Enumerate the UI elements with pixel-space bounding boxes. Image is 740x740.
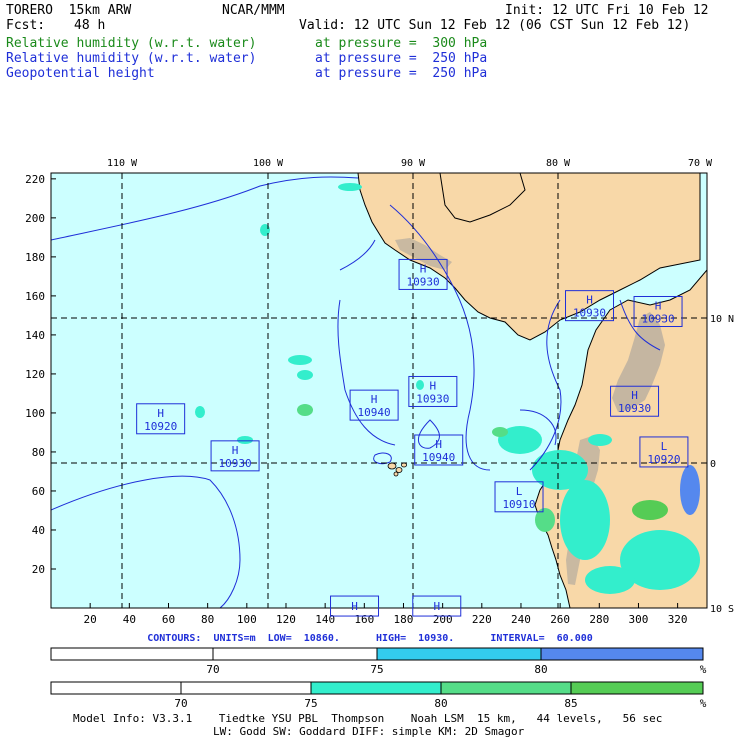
- colorbar-2-seg-4: [440, 681, 572, 695]
- left-tick-label: 100: [25, 407, 45, 420]
- center-value: 10930: [641, 312, 674, 325]
- colorbar-1-unit: %: [700, 663, 707, 676]
- longitude-labels: 110 W 100 W 90 W 80 W 70 W: [107, 158, 713, 169]
- center-value: 10930: [219, 457, 252, 470]
- bottom-tick-label: 300: [629, 613, 649, 626]
- longitude-label: 80 W: [546, 158, 571, 169]
- colorbar-1-tick-75: 75: [370, 663, 383, 676]
- colorbar-1-seg-3: [376, 647, 542, 661]
- bottom-tick-label: 180: [394, 613, 414, 626]
- bottom-tick-label: 320: [668, 613, 688, 626]
- colorbar-2-seg-2: [180, 681, 312, 695]
- latitude-label: 0: [710, 459, 716, 470]
- colorbar-1-seg-4: [540, 647, 704, 661]
- colorbar-2: 70 75 80 85 %: [50, 681, 707, 710]
- center-type: H: [655, 299, 662, 312]
- contour-info: CONTOURS: UNITS=m LOW= 10860. HIGH= 1093…: [147, 633, 593, 644]
- center-value: 10930: [406, 275, 439, 288]
- center-value: 10930: [573, 307, 606, 320]
- bottom-tick-label: 100: [237, 613, 257, 626]
- forecast-map: 220 200 180 160 140 120 100 80 60 40 20 20 40 60 80 10…: [25, 158, 734, 710]
- center-value: 10930: [618, 402, 651, 415]
- latitude-label: 10 N: [710, 314, 734, 325]
- colorbar-1-tick-70: 70: [206, 663, 219, 676]
- colorbar-1: 70 75 80 %: [50, 647, 707, 676]
- center-value: 10930: [416, 392, 449, 405]
- longitude-label: 70 W: [688, 158, 713, 169]
- model-info-line-2: LW: Godd SW: Goddard DIFF: simple KM: 2D…: [213, 725, 525, 738]
- center-type: H: [586, 294, 593, 307]
- bottom-tick-label: 240: [511, 613, 531, 626]
- center-type: H: [433, 600, 440, 613]
- model-info-line-1: Model Info: V3.3.1 Tiedtke YSU PBL Thomp…: [73, 712, 663, 725]
- bottom-tick-label: 80: [201, 613, 214, 626]
- left-tick-label: 20: [32, 563, 45, 576]
- center-type: H: [435, 438, 442, 451]
- center-value: 10940: [358, 406, 391, 419]
- center-type: H: [631, 389, 638, 402]
- longitude-label: 110 W: [107, 158, 138, 169]
- bottom-tick-label: 20: [84, 613, 97, 626]
- center-type: H: [430, 379, 437, 392]
- bottom-tick-label: 40: [123, 613, 136, 626]
- left-tick-label: 200: [25, 212, 45, 225]
- colorbar-2-tick-80: 80: [434, 697, 447, 710]
- left-tick-label: 180: [25, 251, 45, 264]
- left-tick-label: 160: [25, 290, 45, 303]
- bottom-tick-label: 120: [276, 613, 296, 626]
- left-tick-label: 40: [32, 524, 45, 537]
- colorbar-2-unit: %: [700, 697, 707, 710]
- center-value: 10910: [502, 498, 535, 511]
- latitude-label: 10 S: [710, 604, 734, 615]
- left-tick-label: 140: [25, 329, 45, 342]
- center-value: 10940: [422, 451, 455, 464]
- colorbar-1-seg-2: [212, 647, 378, 661]
- left-tick-label: 220: [25, 173, 45, 186]
- colorbar-2-tick-70: 70: [174, 697, 187, 710]
- colorbar-2-tick-75: 75: [304, 697, 317, 710]
- colorbar-2-seg-1: [50, 681, 182, 695]
- center-type: L: [516, 485, 523, 498]
- bottom-tick-label: 200: [433, 613, 453, 626]
- center-value: 10920: [144, 420, 177, 433]
- center-value: 10920: [647, 453, 680, 466]
- bottom-tick-label: 160: [354, 613, 374, 626]
- longitude-label: 100 W: [253, 158, 284, 169]
- colorbar-2-seg-5: [570, 681, 704, 695]
- center-type: L: [661, 440, 668, 453]
- longitude-label: 90 W: [401, 158, 426, 169]
- bottom-tick-label: 280: [589, 613, 609, 626]
- left-tick-label: 80: [32, 446, 45, 459]
- latitude-labels: 10 N 0 10 S: [710, 314, 734, 615]
- center-type: H: [232, 444, 239, 457]
- bottom-tick-label: 260: [550, 613, 570, 626]
- bottom-tick-label: 220: [472, 613, 492, 626]
- colorbar-1-tick-80: 80: [534, 663, 547, 676]
- bottom-tick-label: 140: [315, 613, 335, 626]
- center-type: H: [371, 393, 378, 406]
- bottom-tick-label: 60: [162, 613, 175, 626]
- colorbar-2-tick-85: 85: [564, 697, 577, 710]
- colorbar-2-seg-3: [310, 681, 442, 695]
- center-type: H: [351, 600, 358, 613]
- colorbar-1-seg-1: [50, 647, 214, 661]
- left-tick-label: 120: [25, 368, 45, 381]
- left-tick-label: 60: [32, 485, 45, 498]
- center-type: H: [420, 262, 427, 275]
- center-type: H: [157, 407, 164, 420]
